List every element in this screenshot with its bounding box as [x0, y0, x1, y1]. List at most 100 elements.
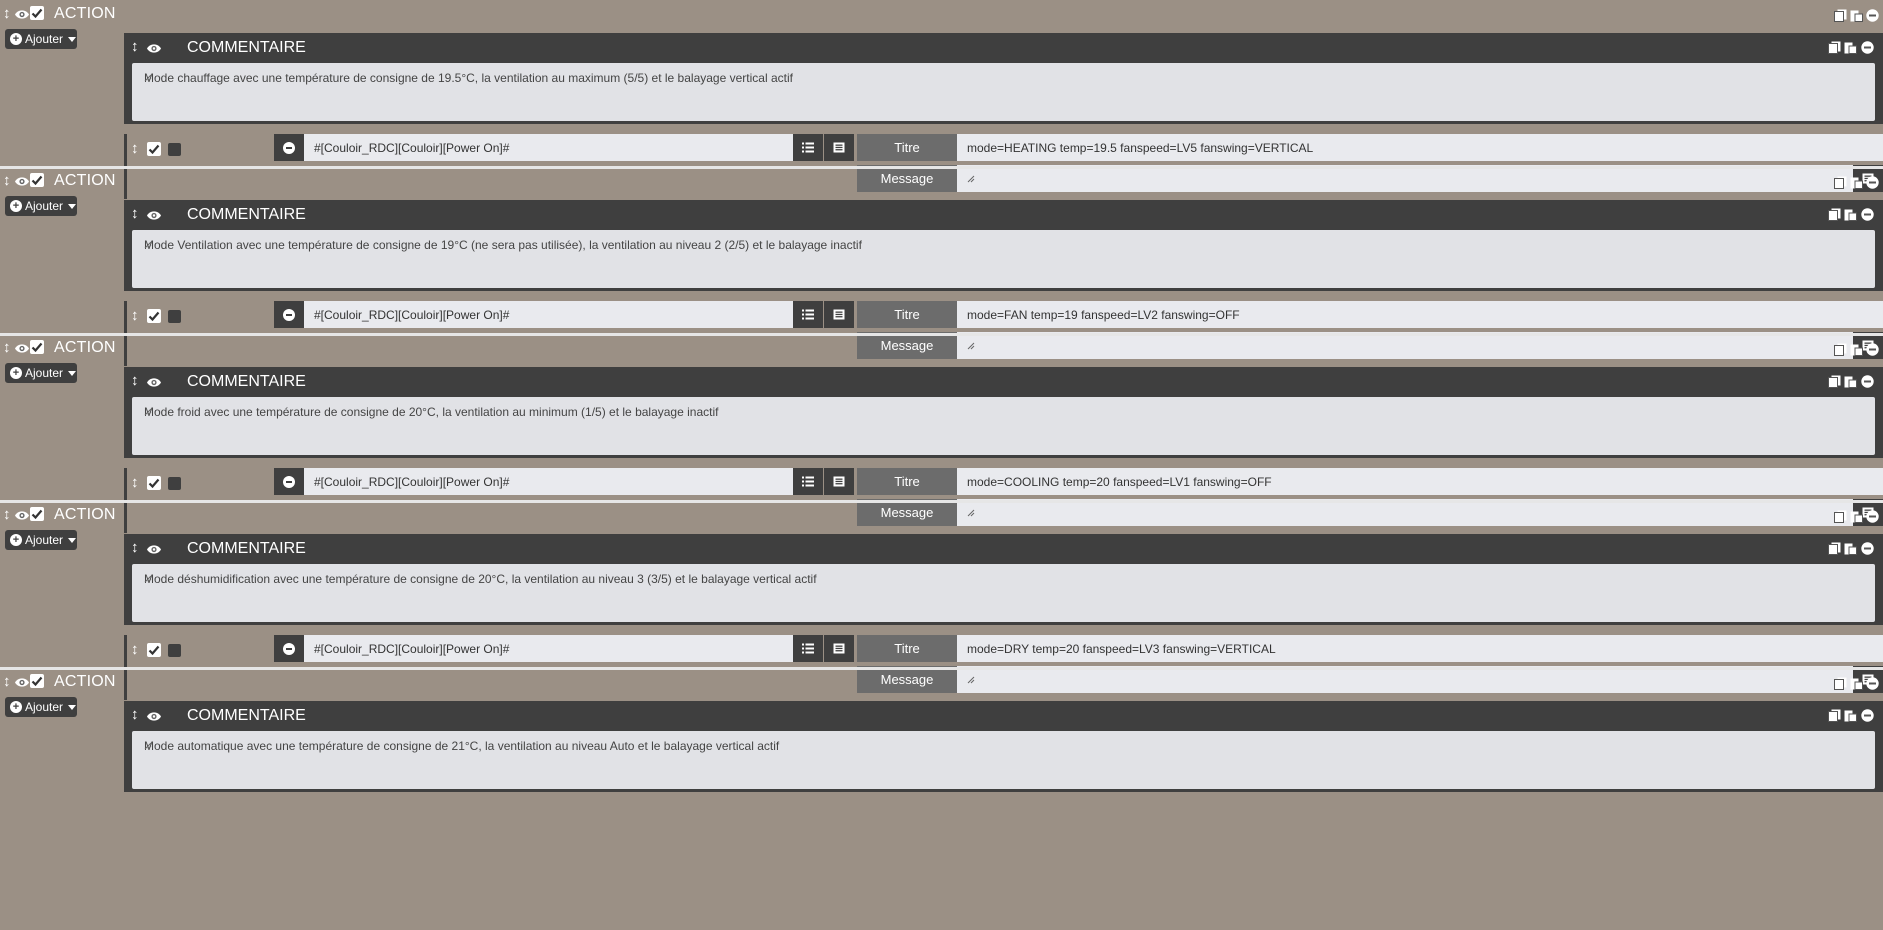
resize-grip-icon[interactable]: [144, 405, 152, 416]
toggle-checkbox[interactable]: [168, 143, 181, 156]
copy-icon[interactable]: [1834, 343, 1847, 356]
checkbox-icon[interactable]: [30, 507, 44, 521]
copy-icon[interactable]: [1828, 542, 1841, 555]
comment-textarea[interactable]: Mode froid avec une température de consi…: [132, 397, 1875, 455]
comment-textarea[interactable]: Mode chauffage avec une température de c…: [132, 63, 1875, 121]
drag-handle-icon[interactable]: ↕: [131, 475, 139, 490]
comment-textarea[interactable]: Mode Ventilation avec une température de…: [132, 230, 1875, 288]
paste-icon[interactable]: [1850, 677, 1863, 690]
eye-icon[interactable]: [14, 508, 30, 520]
drag-handle-icon[interactable]: ↕: [131, 540, 139, 555]
add-dropdown-button[interactable]: + Ajouter: [5, 530, 77, 550]
paste-icon[interactable]: [1850, 176, 1863, 189]
minus-circle-icon[interactable]: [1866, 176, 1879, 189]
checkbox-icon[interactable]: [147, 643, 161, 657]
select-command-button[interactable]: [824, 134, 854, 161]
paste-icon[interactable]: [1844, 709, 1857, 722]
drag-handle-icon[interactable]: ↕: [131, 642, 139, 657]
drag-handle-icon[interactable]: ↕: [131, 39, 139, 54]
comment-textarea[interactable]: Mode automatique avec une température de…: [132, 731, 1875, 789]
eye-icon[interactable]: [146, 208, 162, 220]
drag-handle-icon[interactable]: ↕: [3, 173, 11, 188]
eye-icon[interactable]: [146, 542, 162, 554]
select-command-button[interactable]: [824, 468, 854, 495]
checkbox-icon[interactable]: [147, 476, 161, 490]
command-input[interactable]: #[Couloir_RDC][Couloir][Power On]#: [304, 635, 793, 662]
checkbox-icon[interactable]: [30, 6, 44, 20]
checkbox-icon[interactable]: [30, 674, 44, 688]
drag-handle-icon[interactable]: ↕: [3, 340, 11, 355]
paste-icon[interactable]: [1844, 542, 1857, 555]
paste-icon[interactable]: [1850, 343, 1863, 356]
command-input[interactable]: #[Couloir_RDC][Couloir][Power On]#: [304, 134, 793, 161]
minus-circle-icon[interactable]: [1866, 343, 1879, 356]
list-button[interactable]: [793, 134, 823, 161]
minus-circle-icon[interactable]: [1861, 709, 1874, 722]
titre-input[interactable]: mode=HEATING temp=19.5 fanspeed=LV5 fans…: [957, 134, 1883, 161]
paste-icon[interactable]: [1850, 510, 1863, 523]
resize-grip-icon[interactable]: [144, 572, 152, 583]
copy-icon[interactable]: [1828, 208, 1841, 221]
titre-input[interactable]: mode=DRY temp=20 fanspeed=LV3 fanswing=V…: [957, 635, 1883, 662]
remove-command-button[interactable]: [274, 301, 304, 328]
minus-circle-icon[interactable]: [1861, 375, 1874, 388]
minus-circle-icon[interactable]: [1866, 510, 1879, 523]
minus-circle-icon[interactable]: [1866, 677, 1879, 690]
eye-icon[interactable]: [146, 709, 162, 721]
copy-icon[interactable]: [1828, 375, 1841, 388]
toggle-checkbox[interactable]: [168, 644, 181, 657]
minus-circle-icon[interactable]: [1861, 542, 1874, 555]
command-input[interactable]: #[Couloir_RDC][Couloir][Power On]#: [304, 301, 793, 328]
drag-handle-icon[interactable]: ↕: [131, 308, 139, 323]
remove-command-button[interactable]: [274, 134, 304, 161]
add-dropdown-button[interactable]: + Ajouter: [5, 196, 77, 216]
checkbox-icon[interactable]: [30, 340, 44, 354]
toggle-checkbox[interactable]: [168, 310, 181, 323]
list-button[interactable]: [793, 468, 823, 495]
paste-icon[interactable]: [1844, 41, 1857, 54]
drag-handle-icon[interactable]: ↕: [131, 206, 139, 221]
drag-handle-icon[interactable]: ↕: [3, 507, 11, 522]
eye-icon[interactable]: [14, 341, 30, 353]
copy-icon[interactable]: [1828, 709, 1841, 722]
minus-circle-icon[interactable]: [1866, 9, 1879, 22]
toggle-checkbox[interactable]: [168, 477, 181, 490]
titre-input[interactable]: mode=FAN temp=19 fanspeed=LV2 fanswing=O…: [957, 301, 1883, 328]
minus-circle-icon[interactable]: [1861, 208, 1874, 221]
paste-icon[interactable]: [1844, 375, 1857, 388]
copy-icon[interactable]: [1834, 176, 1847, 189]
command-input[interactable]: #[Couloir_RDC][Couloir][Power On]#: [304, 468, 793, 495]
eye-icon[interactable]: [14, 174, 30, 186]
checkbox-icon[interactable]: [30, 173, 44, 187]
resize-grip-icon[interactable]: [144, 739, 152, 750]
paste-icon[interactable]: [1850, 9, 1863, 22]
eye-icon[interactable]: [146, 375, 162, 387]
copy-icon[interactable]: [1834, 9, 1847, 22]
list-button[interactable]: [793, 635, 823, 662]
paste-icon[interactable]: [1844, 208, 1857, 221]
copy-icon[interactable]: [1834, 510, 1847, 523]
select-command-button[interactable]: [824, 301, 854, 328]
add-dropdown-button[interactable]: + Ajouter: [5, 29, 77, 49]
copy-icon[interactable]: [1828, 41, 1841, 54]
comment-textarea[interactable]: Mode déshumidification avec une températ…: [132, 564, 1875, 622]
resize-grip-icon[interactable]: [144, 238, 152, 249]
titre-input[interactable]: mode=COOLING temp=20 fanspeed=LV1 fanswi…: [957, 468, 1883, 495]
eye-icon[interactable]: [146, 41, 162, 53]
select-command-button[interactable]: [824, 635, 854, 662]
eye-icon[interactable]: [14, 675, 30, 687]
drag-handle-icon[interactable]: ↕: [3, 674, 11, 689]
drag-handle-icon[interactable]: ↕: [3, 6, 11, 21]
checkbox-icon[interactable]: [147, 309, 161, 323]
drag-handle-icon[interactable]: ↕: [131, 373, 139, 388]
minus-circle-icon[interactable]: [1861, 41, 1874, 54]
remove-command-button[interactable]: [274, 635, 304, 662]
drag-handle-icon[interactable]: ↕: [131, 707, 139, 722]
copy-icon[interactable]: [1834, 677, 1847, 690]
resize-grip-icon[interactable]: [144, 71, 152, 82]
list-button[interactable]: [793, 301, 823, 328]
add-dropdown-button[interactable]: + Ajouter: [5, 363, 77, 383]
eye-icon[interactable]: [14, 7, 30, 19]
add-dropdown-button[interactable]: + Ajouter: [5, 697, 77, 717]
checkbox-icon[interactable]: [147, 142, 161, 156]
